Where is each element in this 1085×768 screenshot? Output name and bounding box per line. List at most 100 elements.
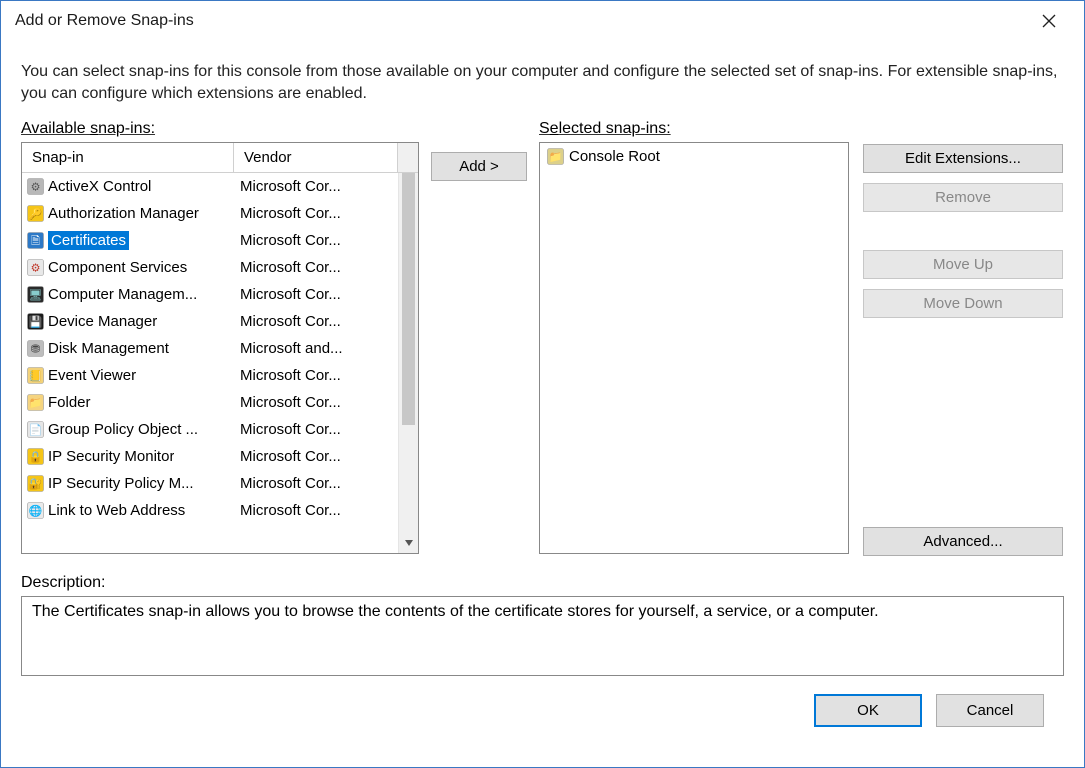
scrollbar-thumb[interactable] (402, 173, 415, 425)
snapin-name-text: ActiveX Control (48, 178, 151, 195)
snapin-vendor-cell: Microsoft Cor... (234, 259, 398, 276)
snapin-row[interactable]: 🔑 Authorization Manager Microsoft Cor... (22, 200, 398, 227)
dialog-footer: OK Cancel (21, 676, 1064, 727)
snapin-row[interactable]: ⚙ Component Services Microsoft Cor... (22, 254, 398, 281)
svg-text:📄: 📄 (28, 424, 42, 437)
svg-text:📁: 📁 (548, 151, 562, 163)
svg-text:⚙: ⚙ (30, 182, 40, 194)
snapin-row[interactable]: 💾Device ManagerMicrosoft Cor... (22, 308, 398, 335)
snapin-name-text: Link to Web Address (48, 502, 185, 519)
component-icon: ⚙ (26, 259, 44, 277)
snapin-row[interactable]: 📒Event ViewerMicrosoft Cor... (22, 362, 398, 389)
snapin-row[interactable]: 📁 Folder Microsoft Cor... (22, 389, 398, 416)
snapin-name-cell: 🔑 Authorization Manager (22, 205, 234, 223)
gpo-icon: 📄 (26, 421, 44, 439)
snapin-row[interactable]: 🖥 Computer Managem... Microsoft Cor... (22, 281, 398, 308)
description-label: Description: (21, 574, 1064, 592)
scrollbar-vertical[interactable] (398, 173, 418, 553)
snapin-name-cell: ⚙ ActiveX Control (22, 178, 234, 196)
svg-text:📁: 📁 (28, 398, 42, 410)
scroll-up-icon[interactable] (398, 143, 418, 173)
snapin-name-cell: 📁 Folder (22, 394, 234, 412)
edit-extensions-button[interactable]: Edit Extensions... (863, 144, 1063, 173)
selected-treebox[interactable]: 📁 Console Root (539, 142, 849, 554)
list-header: Snap-in Vendor (22, 143, 418, 173)
available-listbox[interactable]: Snap-in Vendor ⚙ ActiveX Control Microsoft… (21, 142, 419, 554)
close-button[interactable] (1026, 6, 1072, 36)
svg-text:🔑: 🔑 (28, 207, 42, 221)
snapin-row[interactable]: 📄Group Policy Object ...Microsoft Cor... (22, 416, 398, 443)
snapin-name-text: Authorization Manager (48, 205, 199, 222)
add-button[interactable]: Add > (431, 152, 527, 181)
snapin-name-cell: ⛃ Disk Management (22, 340, 234, 358)
snapin-vendor-cell: Microsoft Cor... (234, 502, 398, 519)
window-title: Add or Remove Snap-ins (15, 12, 194, 30)
snapin-name-cell: 🖥 Computer Managem... (22, 286, 234, 304)
columns: Available snap-ins: Snap-in Vendor ⚙ Acti… (21, 120, 1064, 556)
right-button-column: Edit Extensions... Remove Move Up Move D… (849, 120, 1065, 556)
svg-text:💾: 💾 (28, 316, 42, 329)
snapin-row[interactable]: 🔒IP Security MonitorMicrosoft Cor... (22, 443, 398, 470)
tree-item-console-root[interactable]: 📁 Console Root (546, 147, 842, 165)
svg-text:🌐: 🌐 (28, 505, 42, 518)
snapin-name-text: Folder (48, 394, 91, 411)
folder-icon: 📁 (26, 394, 44, 412)
snapin-vendor-cell: Microsoft Cor... (234, 394, 398, 411)
snapin-vendor-cell: Microsoft Cor... (234, 286, 398, 303)
remove-button[interactable]: Remove (863, 183, 1063, 212)
snapin-name-cell: 🌐 Link to Web Address (22, 502, 234, 520)
snapin-row[interactable]: ⚙ ActiveX Control Microsoft Cor... (22, 173, 398, 200)
column-header-snapin[interactable]: Snap-in (22, 143, 234, 173)
intro-text: You can select snap-ins for this console… (21, 61, 1064, 104)
snapin-vendor-cell: Microsoft Cor... (234, 205, 398, 222)
move-down-button[interactable]: Move Down (863, 289, 1063, 318)
available-rows: ⚙ ActiveX Control Microsoft Cor... 🔑 Authori… (22, 173, 398, 553)
snapin-vendor-cell: Microsoft Cor... (234, 178, 398, 195)
scroll-down-icon[interactable] (399, 533, 418, 553)
ok-button[interactable]: OK (814, 694, 922, 727)
description-box: The Certificates snap-in allows you to b… (21, 596, 1064, 676)
move-up-button[interactable]: Move Up (863, 250, 1063, 279)
column-header-vendor[interactable]: Vendor (234, 143, 398, 173)
snapin-row[interactable]: ⛃ Disk Management Microsoft and... (22, 335, 398, 362)
snapin-vendor-cell: Microsoft Cor... (234, 367, 398, 384)
snapin-name-cell: ⚙ Component Services (22, 259, 234, 277)
svg-text:⛃: ⛃ (30, 344, 39, 356)
close-icon (1042, 14, 1056, 28)
dialog-window: Add or Remove Snap-ins You can select sn… (0, 0, 1085, 768)
snapin-vendor-cell: Microsoft and... (234, 340, 398, 357)
computer-icon: 🖥 (26, 286, 44, 304)
link-icon: 🌐 (26, 502, 44, 520)
snapin-name-cell: 📄Group Policy Object ... (22, 421, 234, 439)
available-label: Available snap-ins: (21, 120, 419, 138)
middle-column: Add > (419, 120, 539, 181)
snapin-vendor-cell: Microsoft Cor... (234, 448, 398, 465)
tree-item-label: Console Root (569, 148, 660, 165)
snapin-name-text: Certificates (48, 231, 129, 250)
snapin-name-text: Disk Management (48, 340, 169, 357)
snapin-name-cell: 🗎Certificates (22, 231, 234, 250)
svg-text:⚙: ⚙ (30, 263, 40, 275)
console-root-icon: 📁 (546, 147, 564, 165)
snapin-row[interactable]: 🌐 Link to Web Address Microsoft Cor... (22, 497, 398, 524)
snapin-vendor-cell: Microsoft Cor... (234, 475, 398, 492)
snapin-name-text: Component Services (48, 259, 187, 276)
snapin-row[interactable]: 🔐IP Security Policy M...Microsoft Cor... (22, 470, 398, 497)
disk-icon: ⛃ (26, 340, 44, 358)
svg-text:🔒: 🔒 (28, 451, 42, 464)
advanced-button[interactable]: Advanced... (863, 527, 1063, 556)
snapin-name-cell: 💾 Device Manager (22, 313, 234, 331)
snapin-row[interactable]: 🗎CertificatesMicrosoft Cor... (22, 227, 398, 254)
ipsec-mon-icon: 🔒 (26, 448, 44, 466)
dialog-content: You can select snap-ins for this console… (1, 41, 1084, 767)
cert-icon: 🗎 (26, 232, 44, 250)
svg-text:🖥: 🖥 (28, 289, 42, 302)
cancel-button[interactable]: Cancel (936, 694, 1044, 727)
snapin-name-text: Device Manager (48, 313, 157, 330)
snapin-vendor-cell: Microsoft Cor... (234, 421, 398, 438)
list-body: ⚙ ActiveX Control Microsoft Cor... 🔑 Authori… (22, 173, 418, 553)
snapin-name-text: Computer Managem... (48, 286, 197, 303)
auth-icon: 🔑 (26, 205, 44, 223)
svg-text:🔐: 🔐 (28, 478, 42, 491)
event-icon: 📒 (26, 367, 44, 385)
